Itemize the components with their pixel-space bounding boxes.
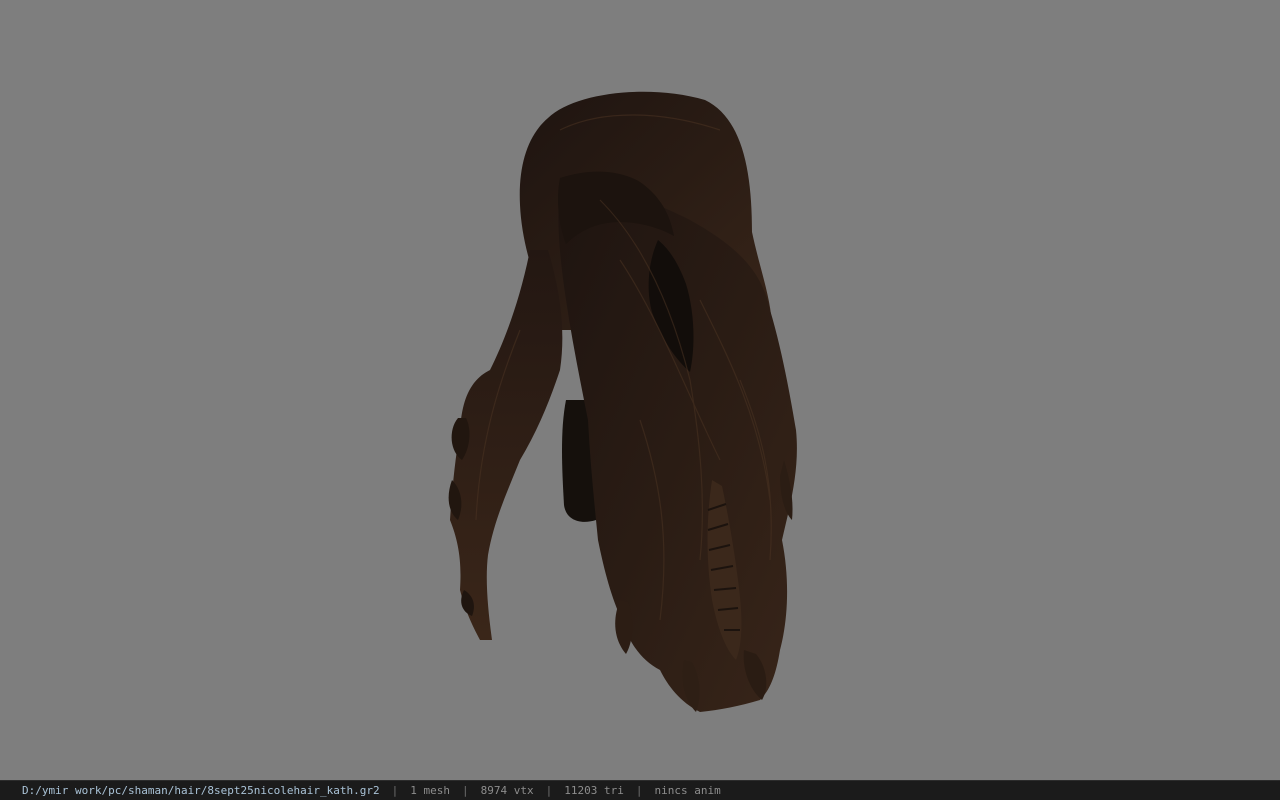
status-bar: D:/ymir work/pc/shaman/hair/8sept25nicol… [0,780,1280,800]
status-anim: nincs anim [654,784,721,797]
3d-viewport[interactable] [0,0,1280,780]
status-separator: | [545,784,553,797]
status-separator: | [391,784,399,797]
hair-curl-bottom-1 [615,600,633,654]
status-vertex-count: 8974 vtx [480,784,534,797]
status-separator: | [635,784,643,797]
status-separator: | [462,784,469,797]
status-triangle-count: 11203 tri [564,784,624,797]
status-mesh-count: 1 mesh [410,784,450,797]
status-file-path: D:/ymir work/pc/shaman/hair/8sept25nicol… [22,784,380,797]
hair-model-render [448,91,797,712]
